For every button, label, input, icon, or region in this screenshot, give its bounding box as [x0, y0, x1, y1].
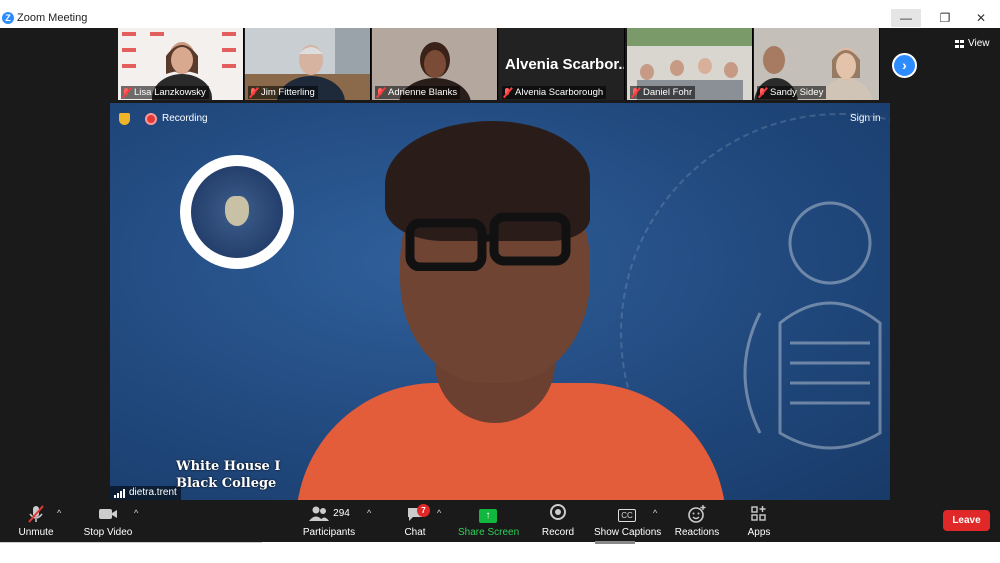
- share-screen-button[interactable]: ↑ Share Screen: [458, 504, 519, 538]
- mic-muted-icon: [376, 87, 385, 98]
- participant-tile[interactable]: Adrienne Blanks: [372, 28, 498, 100]
- participant-tile[interactable]: Lisa Lanzkowsky: [118, 28, 244, 100]
- mic-muted-icon: [631, 87, 640, 98]
- show-captions-button[interactable]: CC Show Captions: [594, 504, 661, 538]
- reactions-button[interactable]: Reactions: [674, 504, 720, 538]
- leave-button[interactable]: Leave: [943, 510, 990, 531]
- unmute-button[interactable]: Unmute: [14, 504, 58, 538]
- captions-icon: CC: [618, 509, 636, 522]
- reactions-icon: [688, 505, 706, 523]
- connection-signal-icon: [114, 488, 125, 498]
- next-page-button[interactable]: ›: [892, 53, 917, 78]
- participant-tile[interactable]: Alvenia Scarbor... Alvenia Scarborough: [499, 28, 625, 100]
- participant-display-name: Alvenia Scarbor...: [505, 56, 625, 73]
- participant-name-label: Daniel Fohr: [630, 86, 696, 99]
- window-divider: [0, 542, 262, 543]
- participant-name-label: Alvenia Scarborough: [502, 86, 607, 99]
- participant-name-label: Sandy Sidey: [757, 86, 827, 99]
- video-options-caret[interactable]: ^: [134, 508, 138, 518]
- view-button[interactable]: View: [955, 38, 990, 49]
- chat-options-caret[interactable]: ^: [437, 508, 441, 518]
- participants-icon: [309, 506, 330, 521]
- participant-name-label: Lisa Lanzkowsky: [121, 86, 209, 99]
- mic-muted-icon: [249, 87, 258, 98]
- hbcu-seal-icon: [180, 155, 294, 269]
- grid-view-icon: [955, 39, 964, 48]
- participant-tile[interactable]: Daniel Fohr: [627, 28, 753, 100]
- participant-name-label: Jim Fitterling: [248, 86, 318, 99]
- apps-button[interactable]: Apps: [744, 504, 774, 538]
- participants-button[interactable]: 294 Participants: [301, 504, 357, 538]
- record-icon: [550, 504, 566, 520]
- participant-tile[interactable]: Jim Fitterling: [245, 28, 371, 100]
- stop-video-button[interactable]: Stop Video: [82, 504, 134, 538]
- participant-tile[interactable]: Sandy Sidey: [754, 28, 880, 100]
- close-button[interactable]: ✕: [966, 9, 996, 27]
- minimize-button[interactable]: —: [891, 9, 921, 27]
- captions-options-caret[interactable]: ^: [653, 508, 657, 518]
- mic-muted-icon: [758, 87, 767, 98]
- video-camera-icon: [99, 509, 117, 519]
- chat-unread-badge: 7: [417, 504, 430, 517]
- recording-label: Recording: [162, 113, 208, 124]
- participant-name-label: Adrienne Blanks: [375, 86, 461, 99]
- zoom-logo-icon: Z: [2, 12, 14, 24]
- participants-count: 294: [333, 508, 350, 519]
- mic-muted-icon: [28, 505, 44, 523]
- recording-indicator-icon: [145, 113, 157, 125]
- window-title: Zoom Meeting: [17, 12, 88, 24]
- background-caption: White House I Black College: [176, 459, 281, 491]
- share-screen-icon: ↑: [479, 509, 497, 523]
- toolbar-scroll-indicator: [595, 541, 635, 544]
- sign-in-link[interactable]: Sign in: [850, 113, 881, 125]
- meeting-toolbar: Unmute ^ Stop Video ^ 294 Participants ^…: [0, 500, 1000, 542]
- participants-options-caret[interactable]: ^: [367, 508, 371, 518]
- glasses-icon: [405, 212, 571, 271]
- audio-options-caret[interactable]: ^: [57, 508, 61, 518]
- security-shield-icon[interactable]: [119, 113, 130, 125]
- meeting-area: Lisa Lanzkowsky Jim Fitterling Adrienne …: [0, 28, 1000, 500]
- mic-muted-icon: [503, 87, 512, 98]
- apps-icon: [751, 506, 766, 521]
- chat-button[interactable]: 7 Chat: [398, 504, 432, 538]
- maximize-button[interactable]: ❐: [930, 9, 960, 27]
- eagle-emblem-icon: [743, 201, 882, 450]
- title-bar: Z Zoom Meeting — ❐ ✕: [0, 0, 1000, 28]
- mic-muted-icon: [122, 87, 131, 98]
- active-speaker-video[interactable]: White House I Black College: [110, 103, 890, 500]
- active-speaker-name: dietra.trent: [110, 486, 181, 500]
- record-button[interactable]: Record: [538, 504, 578, 538]
